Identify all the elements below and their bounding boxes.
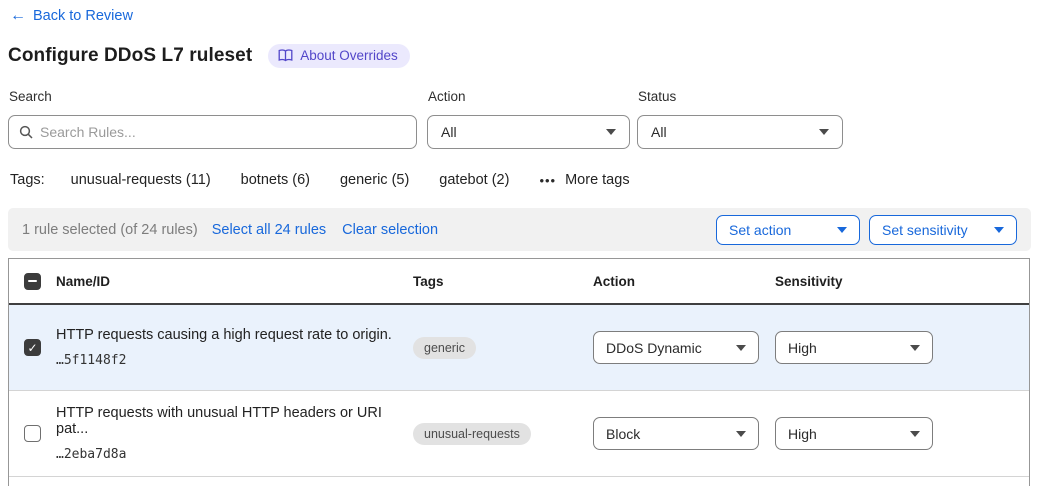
table-row: HTTP requests with unusual HTTP headers … bbox=[9, 391, 1029, 477]
rules-table: Name/ID Tags Action Sensitivity ✓ HTTP r… bbox=[8, 258, 1030, 486]
page-title: Configure DDoS L7 ruleset bbox=[8, 45, 252, 67]
action-filter-select[interactable]: All bbox=[427, 115, 630, 149]
search-input[interactable] bbox=[40, 124, 406, 140]
tag-filter-unusual-requests[interactable]: unusual-requests (11) bbox=[71, 172, 211, 188]
configure-ddos-ruleset-page: ← Back to Review Configure DDoS L7 rules… bbox=[0, 0, 1039, 486]
action-filter-value: All bbox=[441, 124, 457, 140]
select-all-checkbox[interactable] bbox=[24, 273, 41, 290]
rule-action-select[interactable]: DDoS Dynamic bbox=[593, 331, 759, 364]
chevron-down-icon bbox=[736, 431, 746, 437]
rule-tag-badge: unusual-requests bbox=[413, 423, 531, 445]
more-tags-button[interactable]: ••• More tags bbox=[539, 172, 629, 188]
back-arrow-icon: ← bbox=[10, 8, 26, 24]
back-to-review-link[interactable]: ← Back to Review bbox=[10, 8, 133, 24]
rule-id: …2eba7d8a bbox=[56, 447, 393, 462]
chevron-down-icon bbox=[606, 129, 616, 135]
ellipsis-icon: ••• bbox=[539, 173, 556, 188]
set-action-dropdown[interactable]: Set action bbox=[716, 215, 860, 245]
rule-action-select[interactable]: Block bbox=[593, 417, 759, 450]
tag-filter-botnets[interactable]: botnets (6) bbox=[241, 172, 310, 188]
about-overrides-button[interactable]: About Overrides bbox=[268, 44, 410, 68]
about-overrides-label: About Overrides bbox=[300, 48, 398, 63]
rule-action-value: Block bbox=[606, 426, 640, 442]
action-filter-label: Action bbox=[428, 89, 466, 104]
row-checkbox[interactable]: ✓ bbox=[24, 339, 41, 356]
column-header-name-id: Name/ID bbox=[56, 274, 413, 289]
rule-id: …5f1148f2 bbox=[56, 353, 393, 368]
rule-name: HTTP requests causing a high request rat… bbox=[56, 327, 393, 343]
select-all-link[interactable]: Select all 24 rules bbox=[212, 222, 326, 238]
chevron-down-icon bbox=[837, 227, 847, 233]
check-icon: ✓ bbox=[27, 342, 37, 354]
search-icon bbox=[19, 125, 33, 139]
bulk-actions: Set action Set sensitivity bbox=[716, 215, 1017, 245]
more-tags-label: More tags bbox=[565, 172, 629, 188]
clear-selection-link[interactable]: Clear selection bbox=[342, 222, 438, 238]
rule-sensitivity-value: High bbox=[788, 426, 817, 442]
selection-summary: 1 rule selected (of 24 rules) bbox=[22, 222, 198, 238]
tag-filter-gatebot[interactable]: gatebot (2) bbox=[439, 172, 509, 188]
set-sensitivity-dropdown[interactable]: Set sensitivity bbox=[869, 215, 1017, 245]
indeterminate-icon bbox=[28, 280, 37, 282]
tags-label: Tags: bbox=[10, 172, 45, 188]
chevron-down-icon bbox=[736, 345, 746, 351]
search-label: Search bbox=[9, 89, 52, 104]
set-action-label: Set action bbox=[729, 222, 791, 238]
chevron-down-icon bbox=[819, 129, 829, 135]
status-filter-label: Status bbox=[638, 89, 676, 104]
rule-action-value: DDoS Dynamic bbox=[606, 340, 702, 356]
table-row: ✓ HTTP requests causing a high request r… bbox=[9, 305, 1029, 391]
back-link-label: Back to Review bbox=[33, 8, 133, 24]
search-box bbox=[8, 115, 417, 149]
chevron-down-icon bbox=[910, 431, 920, 437]
column-header-sensitivity: Sensitivity bbox=[775, 274, 1029, 289]
column-header-action: Action bbox=[593, 274, 775, 289]
chevron-down-icon bbox=[910, 345, 920, 351]
row-checkbox[interactable] bbox=[24, 425, 41, 442]
rule-sensitivity-select[interactable]: High bbox=[775, 331, 933, 364]
chevron-down-icon bbox=[994, 227, 1004, 233]
tag-filter-generic[interactable]: generic (5) bbox=[340, 172, 409, 188]
rule-name: HTTP requests with unusual HTTP headers … bbox=[56, 405, 393, 437]
rule-sensitivity-select[interactable]: High bbox=[775, 417, 933, 450]
selection-bar: 1 rule selected (of 24 rules) Select all… bbox=[8, 208, 1031, 251]
status-filter-value: All bbox=[651, 124, 667, 140]
status-filter-select[interactable]: All bbox=[637, 115, 843, 149]
title-row: Configure DDoS L7 ruleset About Override… bbox=[8, 44, 410, 68]
set-sensitivity-label: Set sensitivity bbox=[882, 222, 968, 238]
book-icon bbox=[278, 49, 293, 62]
column-header-tags: Tags bbox=[413, 274, 593, 289]
rule-tag-badge: generic bbox=[413, 337, 476, 359]
tags-bar: Tags: unusual-requests (11) botnets (6) … bbox=[10, 172, 630, 188]
rule-sensitivity-value: High bbox=[788, 340, 817, 356]
table-header-row: Name/ID Tags Action Sensitivity bbox=[9, 259, 1029, 305]
